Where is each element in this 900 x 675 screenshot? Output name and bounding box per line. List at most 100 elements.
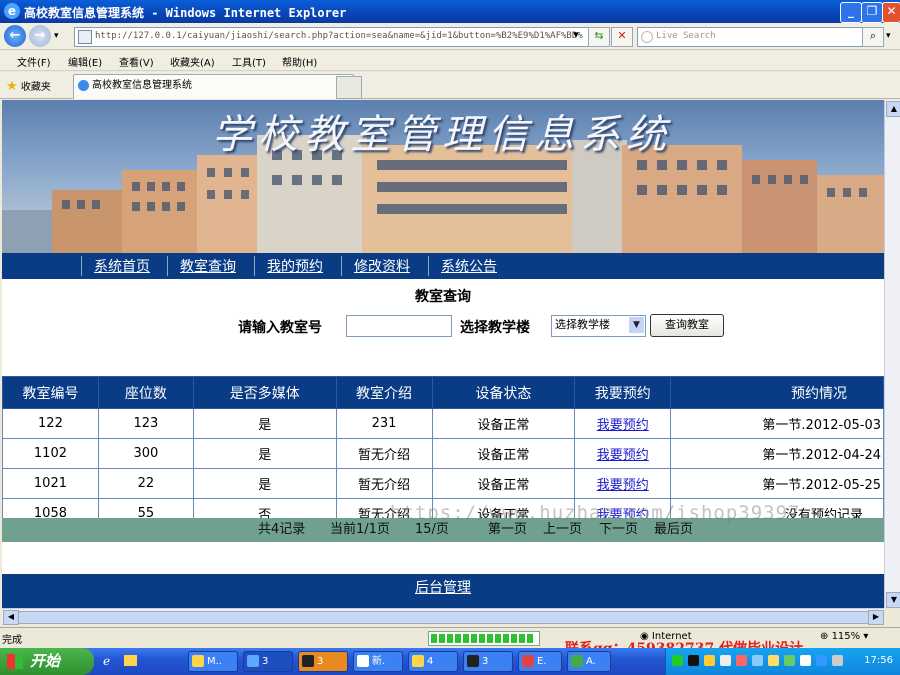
building-select[interactable]: 选择教学楼 ▼	[551, 315, 646, 337]
cell-multimedia: 是	[192, 468, 337, 499]
taskbar-item-label: 4	[427, 656, 434, 667]
start-button[interactable]: 开始	[0, 648, 94, 675]
reserve-link[interactable]: 我要预约	[574, 408, 672, 439]
ie-icon	[247, 655, 259, 667]
nav-edit-profile[interactable]: 修改资料	[341, 256, 410, 276]
tray-icon[interactable]	[688, 655, 699, 666]
window-title: 高校教室信息管理系统 - Windows Internet Explorer	[24, 6, 347, 20]
query-rooms-button[interactable]: 查询教室	[650, 314, 724, 337]
app-icon	[192, 655, 204, 667]
taskbar-item-4[interactable]: 新.	[353, 651, 403, 672]
tray-icon[interactable]	[752, 655, 763, 666]
reserve-link[interactable]: 我要预约	[574, 438, 672, 469]
back-button[interactable]: ←	[4, 25, 26, 47]
menu-view[interactable]: 查看(V)	[119, 54, 154, 69]
app-icon	[522, 655, 534, 667]
taskbar-item-7[interactable]: E.	[518, 651, 562, 672]
cell-description: 暂无介绍	[335, 468, 433, 499]
history-dropdown-icon[interactable]: ▾	[54, 31, 59, 41]
col-reserve: 我要预约	[574, 376, 672, 409]
taskbar-item-3[interactable]: 3	[298, 651, 348, 672]
search-options-icon[interactable]: ▾	[886, 31, 891, 41]
tray-icon[interactable]	[768, 655, 779, 666]
scroll-left-icon[interactable]: ◀	[3, 610, 19, 625]
maximize-button[interactable]: ❐	[861, 2, 883, 23]
nav-room-query[interactable]: 教室查询	[167, 256, 236, 276]
taskbar-item-2[interactable]: 3	[243, 651, 293, 672]
menu-help[interactable]: 帮助(H)	[282, 54, 317, 69]
horizontal-scrollbar[interactable]: ◀ ▶	[2, 608, 884, 625]
scroll-right-icon[interactable]: ▶	[868, 610, 884, 625]
zoom-control[interactable]: ⊕ 115% ▾	[820, 631, 868, 642]
address-bar[interactable]: http://127.0.0.1/caiyuan/jiaoshi/search.…	[74, 27, 604, 47]
table-row: 122 123 是 231 设备正常 我要预约 第一节.2012-05-03	[2, 408, 884, 439]
page-icon	[78, 30, 92, 44]
tray-icon[interactable]	[672, 655, 683, 666]
col-description: 教室介绍	[335, 376, 433, 409]
favorites-label: 收藏夹	[20, 82, 51, 93]
reserve-link[interactable]: 我要预约	[574, 468, 672, 499]
stop-button[interactable]: ✕	[611, 27, 633, 47]
nav-announcements[interactable]: 系统公告	[428, 256, 497, 276]
site-footer: 后台管理	[2, 574, 884, 608]
menu-tools[interactable]: 工具(T)	[232, 54, 266, 69]
address-toolbar: ← → ▾ http://127.0.0.1/caiyuan/jiaoshi/s…	[0, 23, 900, 50]
cell-seats: 123	[97, 408, 194, 439]
tray-icon[interactable]	[736, 655, 747, 666]
cell-reservation-status: 第一节.2012-05-25	[670, 468, 884, 499]
close-button[interactable]: ✕	[882, 2, 900, 23]
menu-file[interactable]: 文件(F)	[17, 54, 51, 69]
menu-edit[interactable]: 编辑(E)	[68, 54, 102, 69]
nav-my-reservations[interactable]: 我的预约	[254, 256, 323, 276]
tray-icon[interactable]	[720, 655, 731, 666]
admin-link[interactable]: 后台管理	[415, 580, 471, 596]
qq-icon	[467, 655, 479, 667]
cell-equipment-status: 设备正常	[431, 468, 576, 499]
ie-logo-icon: e	[4, 3, 20, 19]
taskbar-item-label: 新.	[372, 656, 386, 667]
taskbar-item-label: 3	[482, 656, 489, 667]
scrollbar-thumb[interactable]	[18, 611, 876, 624]
ie-quicklaunch-icon[interactable]: ℯ	[103, 654, 110, 668]
search-button[interactable]: ⌕	[862, 27, 884, 47]
taskbar-item-label: 3	[317, 656, 324, 667]
taskbar-item-6[interactable]: 3	[463, 651, 513, 672]
live-search-input[interactable]: Live Search	[637, 27, 879, 47]
forward-button[interactable]: →	[29, 25, 51, 47]
room-number-input[interactable]	[346, 315, 452, 337]
cell-reservation-status: 第一节.2012-04-24	[670, 438, 884, 469]
taskbar-item-1[interactable]: M..	[188, 651, 238, 672]
document-icon	[357, 655, 369, 667]
address-dropdown-icon[interactable]: ▾	[566, 27, 586, 45]
scroll-up-icon[interactable]: ▲	[886, 101, 900, 117]
tab-title: 高校教室信息管理系统	[92, 80, 192, 91]
folder-icon	[412, 655, 424, 667]
page-viewport: 学校教室管理信息系统 系统首页 教室查询 我的预约 修改资料 系统公告 教室查询…	[2, 100, 884, 608]
cell-description: 暂无介绍	[335, 438, 433, 469]
taskbar-item-8[interactable]: A.	[567, 651, 611, 672]
tray-icon[interactable]	[784, 655, 795, 666]
tab-active[interactable]: 高校教室信息管理系统	[73, 74, 354, 99]
tray-icon[interactable]	[800, 655, 811, 666]
progress-fill	[431, 634, 535, 643]
refresh-button[interactable]: ⇆	[588, 27, 610, 47]
col-reservation-status: 预约情况	[670, 376, 884, 409]
tray-icon[interactable]	[832, 655, 843, 666]
status-text: 完成	[2, 635, 22, 646]
menu-favorites[interactable]: 收藏夹(A)	[170, 54, 215, 69]
minimize-button[interactable]: _	[840, 2, 862, 23]
tray-icon[interactable]	[816, 655, 827, 666]
building-label: 选择教学楼	[460, 320, 530, 336]
taskbar-item-5[interactable]: 4	[408, 651, 458, 672]
tray-icon[interactable]	[704, 655, 715, 666]
start-label: 开始	[30, 652, 61, 670]
window-title-bar[interactable]: e 高校教室信息管理系统 - Windows Internet Explorer…	[0, 0, 900, 23]
system-tray: 17:56	[665, 648, 900, 675]
favorites-button[interactable]: ★ 收藏夹	[6, 78, 51, 94]
folder-quicklaunch-icon[interactable]	[124, 655, 137, 666]
col-room-number: 教室编号	[2, 376, 99, 409]
nav-home[interactable]: 系统首页	[81, 256, 150, 276]
scroll-down-icon[interactable]: ▼	[886, 592, 900, 608]
new-tab-button[interactable]	[336, 76, 362, 99]
vertical-scrollbar[interactable]: ▲ ▼	[884, 100, 900, 608]
